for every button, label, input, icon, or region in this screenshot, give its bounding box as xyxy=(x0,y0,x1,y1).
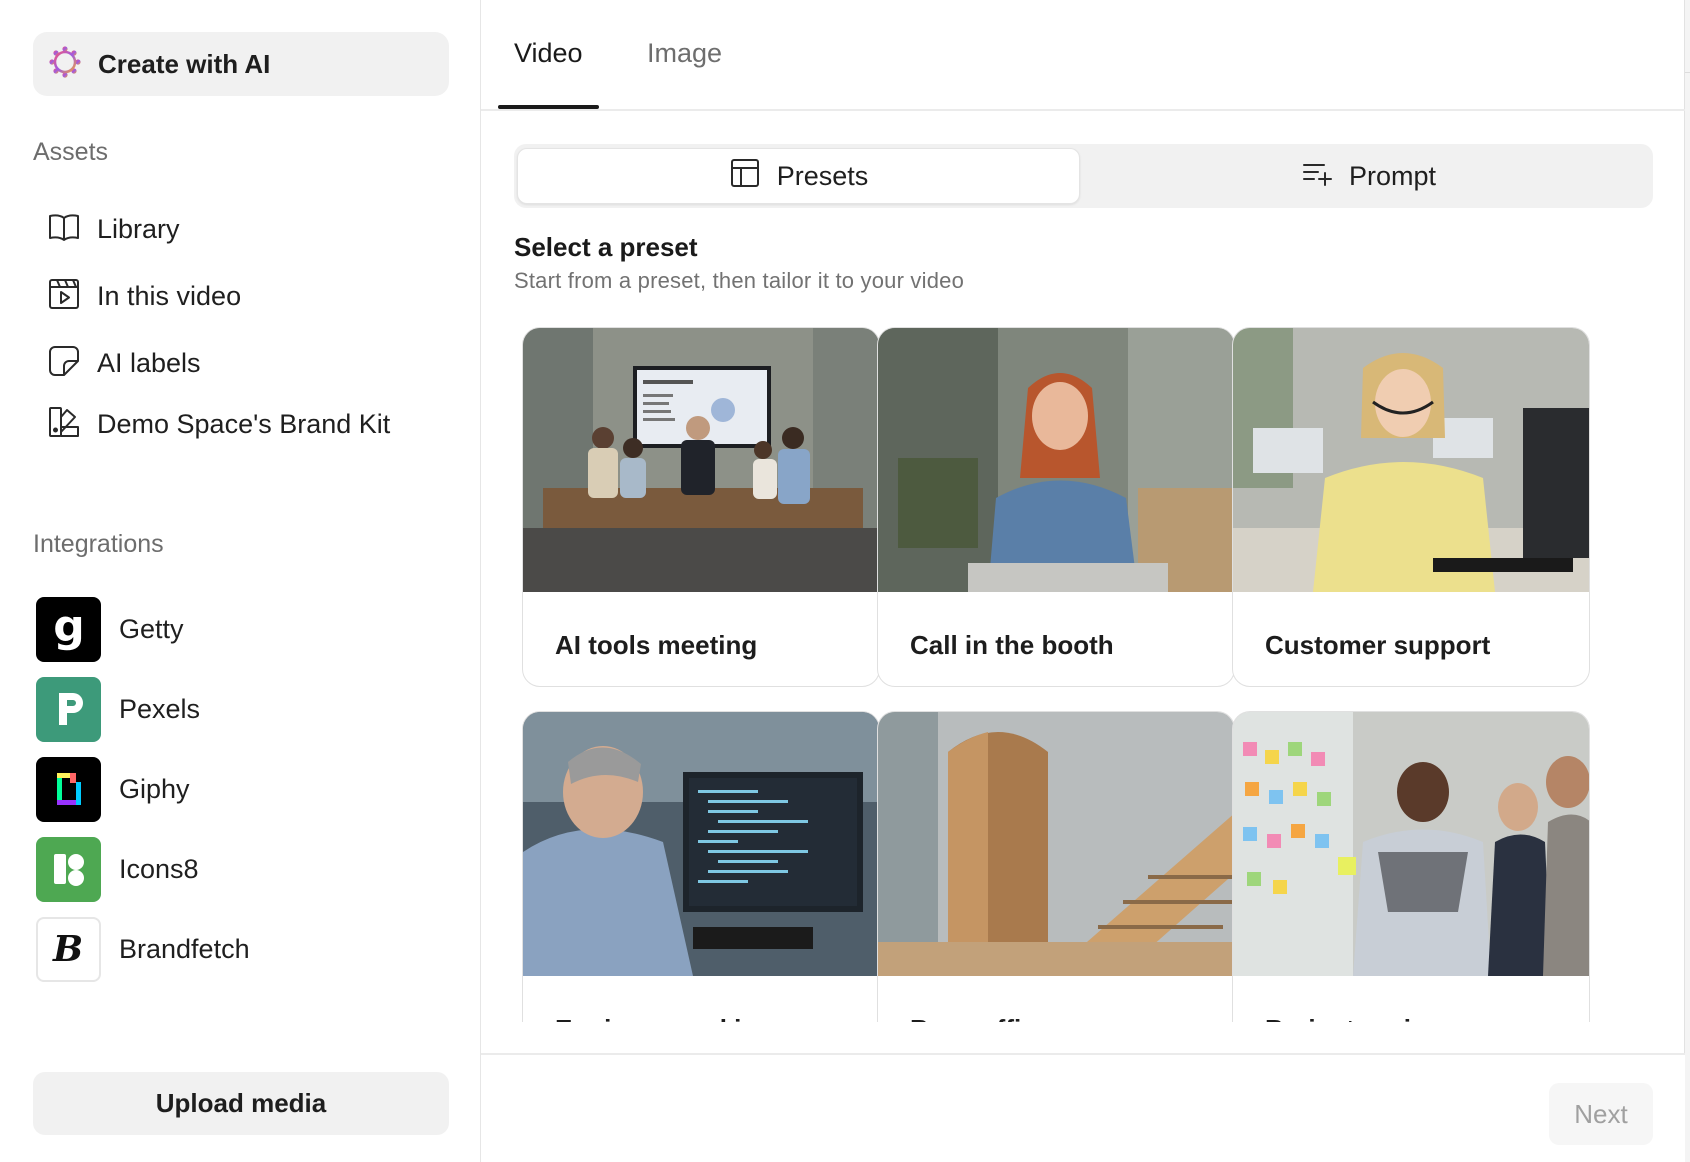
layout-icon xyxy=(729,157,777,196)
segment-presets[interactable]: Presets xyxy=(517,148,1080,204)
preset-title: Brainstorming xyxy=(1265,1014,1443,1022)
preset-card-engineer-working[interactable]: Engineer working xyxy=(522,711,880,1022)
active-tab-indicator xyxy=(498,105,599,109)
preset-thumbnail xyxy=(878,712,1234,976)
preset-thumbnail xyxy=(1233,712,1589,976)
create-with-ai-label: Create with AI xyxy=(98,48,271,79)
integration-giphy[interactable]: Giphy xyxy=(36,756,456,822)
sidebar-item-label: Library xyxy=(97,213,180,244)
preset-title: Call in the booth xyxy=(910,630,1114,660)
icons8-logo xyxy=(36,836,101,902)
tab-video[interactable]: Video xyxy=(514,38,583,69)
book-icon xyxy=(47,210,81,249)
pexels-logo xyxy=(36,676,101,742)
create-with-ai-button[interactable]: Create with AI xyxy=(33,32,449,96)
preset-thumbnail xyxy=(523,712,879,976)
preset-card-brainstorming[interactable]: Brainstorming xyxy=(1232,711,1590,1022)
preset-card-call-in-the-booth[interactable]: Call in the booth xyxy=(877,327,1235,687)
integration-getty[interactable]: g Getty xyxy=(36,596,456,662)
integration-label: Pexels xyxy=(119,693,201,724)
sidebar-item-label: AI labels xyxy=(97,347,201,378)
assets-heading: Assets xyxy=(33,138,109,166)
integration-label: Icons8 xyxy=(119,853,199,884)
integration-label: Getty xyxy=(119,613,184,644)
section-title: Select a preset xyxy=(514,232,698,262)
preset-card-ai-tools-meeting[interactable]: AI tools meeting xyxy=(522,327,880,687)
integration-label: Brandfetch xyxy=(119,933,250,964)
preset-title: AI tools meeting xyxy=(555,630,758,660)
segment-label: Presets xyxy=(776,160,869,191)
svg-text:B: B xyxy=(52,929,83,970)
sidebar-item-label: Demo Space's Brand Kit xyxy=(97,408,391,439)
sidebar-item-in-this-video[interactable]: In this video xyxy=(33,268,449,324)
sidebar: Create with AI Assets Library In this vi… xyxy=(0,0,481,1162)
sidebar-item-library[interactable]: Library xyxy=(33,201,449,257)
sticker-icon xyxy=(47,344,81,383)
footer-bar: Next xyxy=(481,1053,1685,1162)
integration-label: Giphy xyxy=(119,773,190,804)
background-edge xyxy=(1685,0,1690,1162)
preset-grid: AI tools meeting Call in the booth Custo… xyxy=(481,320,1685,1022)
giphy-logo xyxy=(36,756,101,822)
preset-thumbnail xyxy=(1233,328,1589,592)
sidebar-item-label: In this video xyxy=(97,280,242,311)
preset-thumbnail xyxy=(523,328,879,592)
sidebar-item-brand-kit[interactable]: Demo Space's Brand Kit xyxy=(33,396,449,452)
next-button[interactable]: Next xyxy=(1549,1083,1653,1145)
segment-label: Prompt xyxy=(1348,160,1437,191)
sidebar-item-ai-labels[interactable]: AI labels xyxy=(33,335,449,391)
integration-brandfetch[interactable]: B Brandfetch xyxy=(36,916,456,982)
section-subtitle: Start from a preset, then tailor it to y… xyxy=(514,268,965,293)
prompt-add-icon xyxy=(1301,157,1349,196)
brand-kit-icon xyxy=(47,405,81,444)
svg-text:g: g xyxy=(53,601,85,652)
brandfetch-logo: B xyxy=(36,916,101,982)
upload-media-button[interactable]: Upload media xyxy=(33,1072,449,1135)
video-clip-icon xyxy=(47,277,81,316)
tab-image[interactable]: Image xyxy=(647,38,722,69)
tab-bar: Video Image xyxy=(481,0,1685,111)
getty-logo: g xyxy=(36,596,101,662)
preset-thumbnail xyxy=(878,328,1234,592)
segment-prompt[interactable]: Prompt xyxy=(1087,148,1650,204)
preset-title: Engineer working xyxy=(555,1014,773,1022)
ai-sparkle-icon xyxy=(49,45,81,83)
integrations-heading: Integrations xyxy=(33,530,164,558)
preset-title: Busy office xyxy=(910,1014,1050,1022)
preset-card-customer-support[interactable]: Customer support xyxy=(1232,327,1590,687)
integration-icons8[interactable]: Icons8 xyxy=(36,836,456,902)
preset-card-busy-office[interactable]: Busy office xyxy=(877,711,1235,1022)
integration-pexels[interactable]: Pexels xyxy=(36,676,456,742)
main-content: Video Image Presets Prompt Select a pres… xyxy=(481,0,1685,1162)
media-panel: Create with AI Assets Library In this vi… xyxy=(0,0,1685,1162)
mode-switch: Presets Prompt xyxy=(514,144,1653,208)
preset-title: Customer support xyxy=(1265,630,1491,660)
